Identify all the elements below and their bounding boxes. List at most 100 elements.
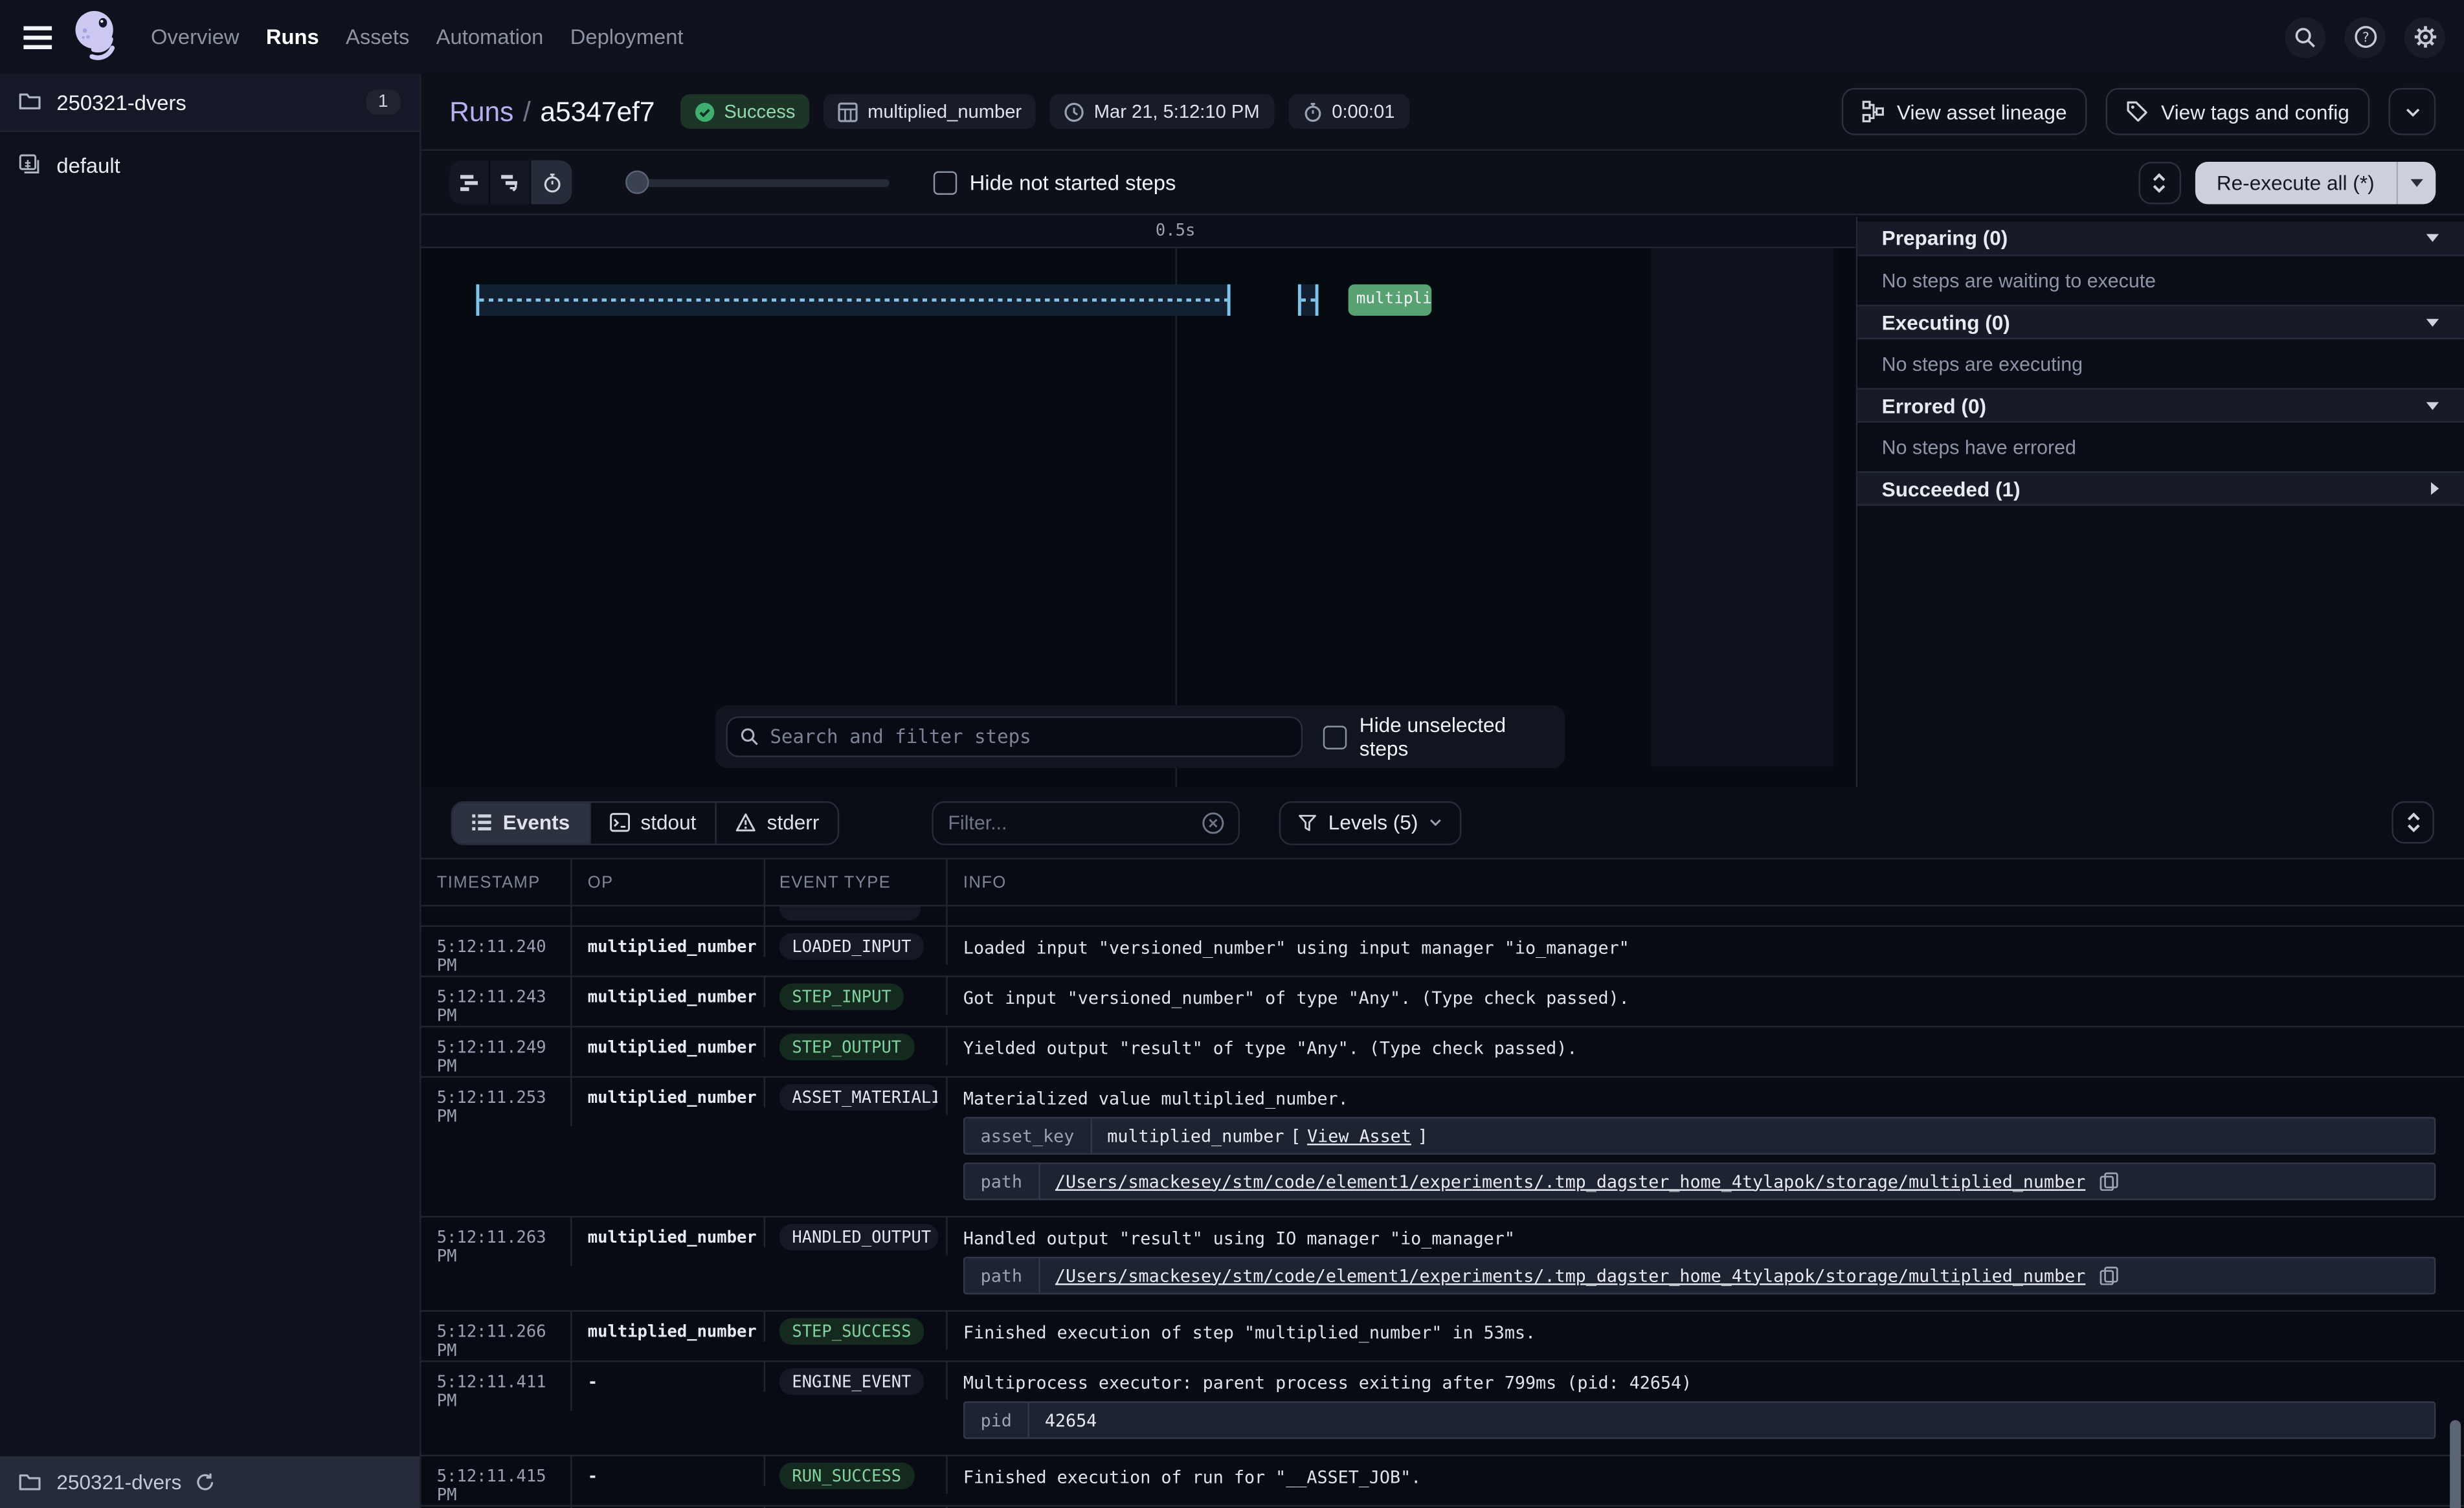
event-type-cell: STEP_OUTPUT <box>765 1027 948 1065</box>
nav-link-automation[interactable]: Automation <box>436 25 544 49</box>
app-window: Overview Runs Assets Automation Deployment ? <box>0 0 2464 1508</box>
event-type-cell: STEP_SUCCESS <box>765 1312 948 1349</box>
table-row[interactable]: 5:12:11.266 PM multiplied_number STEP_SU… <box>421 1312 2464 1362</box>
step-search-input[interactable]: Search and filter steps <box>726 716 1303 757</box>
view-asset-lineage-button[interactable]: View asset lineage <box>1842 88 2087 135</box>
hamburger-menu-icon[interactable] <box>22 25 54 50</box>
status-section-header[interactable]: Succeeded (1) <box>1857 471 2464 505</box>
waterfall-view-button[interactable] <box>490 161 531 205</box>
op-cell: multiplied_number <box>572 1312 766 1342</box>
stopwatch-icon <box>1302 102 1323 122</box>
gantt-chart[interactable]: 0.5s multipli… Search and filter s <box>421 217 1855 787</box>
gantt-zoom-slider[interactable] <box>625 178 893 186</box>
event-type-badge: STEP_SUCCESS <box>779 1318 924 1344</box>
caret-down-icon <box>2426 234 2439 242</box>
status-section-title: Executing (0) <box>1882 310 2010 333</box>
slider-track[interactable] <box>638 178 889 186</box>
nav-link-overview[interactable]: Overview <box>151 25 240 49</box>
clear-filter-icon[interactable] <box>1203 812 1225 834</box>
dagster-logo[interactable] <box>69 7 123 67</box>
settings-button[interactable] <box>2404 16 2445 57</box>
gantt-step-bar[interactable]: multipli… <box>1349 284 1432 316</box>
expand-gantt-button[interactable] <box>2138 161 2180 204</box>
column-header-info: INFO <box>948 859 2464 905</box>
status-section-header[interactable]: Errored (0) <box>1857 388 2464 423</box>
info-cell: Materialized value multiplied_number.ass… <box>948 1078 2464 1216</box>
nav-link-assets[interactable]: Assets <box>346 25 409 49</box>
nav-link-deployment[interactable]: Deployment <box>570 25 684 49</box>
gantt-toolbar-right: Re-execute all (*) <box>2138 161 2436 204</box>
vertical-scrollbar[interactable] <box>2450 1420 2461 1508</box>
expand-logs-button[interactable] <box>2391 801 2434 844</box>
timestamp-cell: 5:12:11.240 PM <box>421 927 572 975</box>
path-link[interactable]: /Users/smackesey/stm/code/element1/exper… <box>1055 1171 2085 1192</box>
sidebar-item-default[interactable]: default <box>0 141 420 188</box>
op-cell: multiplied_number <box>572 927 766 957</box>
warning-icon <box>735 812 756 833</box>
funnel-icon <box>1299 813 1317 832</box>
op-cell: - <box>572 1456 766 1486</box>
run-more-actions-button[interactable] <box>2388 88 2436 135</box>
dashed-dependency-line <box>479 298 1227 302</box>
view-asset-link[interactable]: View Asset <box>1307 1125 1411 1146</box>
reload-icon[interactable] <box>194 1472 215 1492</box>
search-button[interactable] <box>2285 16 2325 57</box>
event-type-cell: RUN_SUCCESS <box>765 1456 948 1494</box>
reexecute-button-group: Re-execute all (*) <box>2195 161 2436 204</box>
metadata-value: 42654 <box>1029 1403 1113 1437</box>
events-toolbar: Events stdout stderr <box>421 787 2464 858</box>
breadcrumb-runs-link[interactable]: Runs <box>449 95 513 127</box>
log-filter-input[interactable]: Filter... <box>932 801 1240 845</box>
step-search-placeholder: Search and filter steps <box>770 726 1031 748</box>
status-section: Executing (0) No steps are executing <box>1857 305 2464 388</box>
search-icon <box>2294 26 2316 48</box>
clock-icon <box>1064 102 1085 122</box>
nav-link-runs[interactable]: Runs <box>266 25 319 49</box>
view-tags-config-button[interactable]: View tags and config <box>2106 88 2369 135</box>
log-table-body: 5:12:11.240 PM multiplied_number LOADED_… <box>421 907 2464 1508</box>
hide-not-started-checkbox-row[interactable]: Hide not started steps <box>934 170 1176 194</box>
gantt-section: 0.5s multipli… Search and filter s <box>421 217 2464 787</box>
folder-icon <box>19 1471 41 1493</box>
tab-stderr[interactable]: stderr <box>717 802 838 843</box>
status-section-title: Succeeded (1) <box>1882 477 2021 500</box>
levels-filter-button[interactable]: Levels (5) <box>1280 801 1462 845</box>
op-cell: multiplied_number <box>572 1078 766 1107</box>
slider-knob[interactable] <box>625 170 649 194</box>
table-row[interactable]: 5:12:11.415 PM - RUN_SUCCESS Finished ex… <box>421 1456 2464 1507</box>
hide-unselected-checkbox-row[interactable]: Hide unselected steps <box>1324 713 1554 760</box>
tab-events[interactable]: Events <box>453 802 590 843</box>
event-type-cell: STEP_INPUT <box>765 977 948 1015</box>
status-section-header[interactable]: Preparing (0) <box>1857 221 2464 256</box>
asset-tag[interactable]: multiplied_number <box>823 94 1036 129</box>
reexecute-options-button[interactable] <box>2397 161 2436 204</box>
table-row-clipped <box>421 907 2464 927</box>
status-section: Succeeded (1) <box>1857 471 2464 505</box>
help-button[interactable]: ? <box>2345 16 2386 57</box>
table-row[interactable]: 5:12:11.263 PM multiplied_number HANDLED… <box>421 1217 2464 1312</box>
asset-grid-icon <box>838 102 858 122</box>
copy-icon[interactable] <box>2100 1266 2118 1285</box>
log-type-tabs: Events stdout stderr <box>451 801 840 845</box>
sidebar-workspace-header[interactable]: 250321-dvers 1 <box>0 74 420 132</box>
copy-icon[interactable] <box>2100 1172 2118 1191</box>
table-row[interactable]: 5:12:11.253 PM multiplied_number ASSET_M… <box>421 1078 2464 1217</box>
table-row[interactable]: 5:12:11.243 PM multiplied_number STEP_IN… <box>421 977 2464 1028</box>
status-section-header[interactable]: Executing (0) <box>1857 305 2464 339</box>
flat-view-button[interactable] <box>449 161 490 205</box>
path-link[interactable]: /Users/smackesey/stm/code/element1/exper… <box>1055 1265 2085 1286</box>
lineage-icon <box>1863 100 1885 122</box>
table-row[interactable]: 5:12:11.249 PM multiplied_number STEP_OU… <box>421 1027 2464 1078</box>
reexecute-all-button[interactable]: Re-execute all (*) <box>2195 161 2397 204</box>
info-cell: Multiprocess executor: parent process ex… <box>948 1362 2464 1454</box>
start-time-tag: Mar 21, 5:12:10 PM <box>1050 94 1274 129</box>
timed-view-button[interactable] <box>531 161 572 205</box>
hide-not-started-checkbox[interactable] <box>934 170 957 194</box>
table-row[interactable]: 5:12:11.240 PM multiplied_number LOADED_… <box>421 927 2464 977</box>
info-cell: Loaded input "versioned_number" using in… <box>948 927 2464 968</box>
table-row[interactable]: 5:12:11.411 PM - ENGINE_EVENT Multiproce… <box>421 1362 2464 1456</box>
sidebar-footer[interactable]: 250321-dvers <box>0 1456 420 1508</box>
hide-unselected-checkbox[interactable] <box>1324 725 1347 748</box>
expand-vertical-icon <box>2151 172 2167 193</box>
tab-stdout[interactable]: stdout <box>590 802 717 843</box>
